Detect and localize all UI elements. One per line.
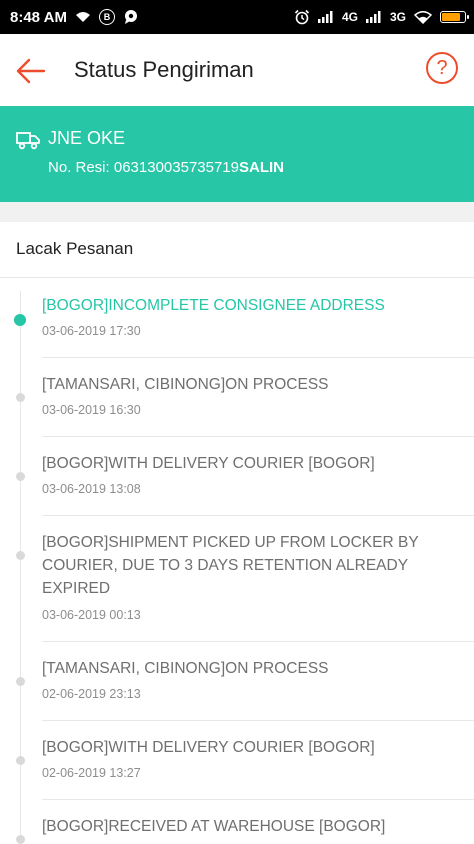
courier-card: JNE OKE No. Resi: 063130035735719SALIN (0, 106, 474, 202)
event-description: [BOGOR]WITH DELIVERY COURIER [BOGOR] (42, 455, 375, 472)
status-time: 8:48 AM (10, 8, 67, 26)
battery-level (442, 13, 460, 21)
timeline-dot (16, 756, 25, 765)
tracking-event: [BOGOR]INCOMPLETE CONSIGNEE ADDRESS 03-0… (0, 279, 474, 358)
alarm-icon (294, 9, 310, 25)
tracking-timeline: [BOGOR]INCOMPLETE CONSIGNEE ADDRESS 03-0… (0, 279, 474, 844)
status-bar: 8:48 AM B 4G 3G (0, 0, 474, 34)
app-bar: Status Pengiriman ? (0, 34, 474, 106)
b-badge-icon: B (98, 9, 115, 25)
tracking-event: [TAMANSARI, CIBINONG]ON PROCESS 02-06-20… (0, 642, 474, 721)
timeline-dot (16, 393, 25, 402)
event-description: [TAMANSARI, CIBINONG]ON PROCESS (42, 376, 329, 393)
courier-name: JNE OKE (48, 128, 126, 148)
event-description: [BOGOR]RECEIVED AT WAREHOUSE [BOGOR] (42, 818, 386, 835)
tracking-event: [BOGOR]SHIPMENT PICKED UP FROM LOCKER BY… (0, 516, 474, 642)
event-description: [BOGOR]SHIPMENT PICKED UP FROM LOCKER BY… (42, 534, 419, 597)
network-type-2: 3G (389, 10, 406, 24)
tracking-event: [TAMANSARI, CIBINONG]ON PROCESS 03-06-20… (0, 358, 474, 437)
tracking-number-row: No. Resi: 063130035735719SALIN (48, 159, 284, 176)
event-description: [TAMANSARI, CIBINONG]ON PROCESS (42, 660, 329, 677)
chat-icon (123, 10, 139, 24)
arrow-left-icon (16, 58, 46, 84)
event-description: [BOGOR]WITH DELIVERY COURIER [BOGOR] (42, 739, 375, 756)
timeline-dot (16, 472, 25, 481)
tracking-title: Lacak Pesanan (16, 239, 134, 258)
wifi-icon (414, 10, 432, 24)
event-description: [BOGOR]INCOMPLETE CONSIGNEE ADDRESS (42, 297, 385, 314)
tracking-header: Lacak Pesanan (0, 222, 474, 278)
tracking-event: [BOGOR]WITH DELIVERY COURIER [BOGOR] 02-… (0, 721, 474, 800)
timeline-dot (14, 314, 26, 326)
event-time: 03-06-2019 17:30 (42, 324, 141, 338)
wifi-icon (75, 11, 91, 23)
network-type-1: 4G (341, 10, 358, 24)
tracking-number: 063130035735719 (113, 159, 239, 176)
section-divider (0, 202, 474, 222)
event-time: 03-06-2019 13:08 (42, 482, 141, 496)
page-title: Status Pengiriman (74, 57, 254, 82)
tracking-number-label: No. Resi: (48, 159, 114, 176)
tracking-event: [BOGOR]WITH DELIVERY COURIER [BOGOR] 03-… (0, 437, 474, 516)
back-button[interactable] (14, 54, 48, 88)
question-icon: ? (436, 56, 448, 79)
event-time: 03-06-2019 00:13 (42, 608, 141, 622)
tracking-event: [BOGOR]RECEIVED AT WAREHOUSE [BOGOR] (0, 800, 474, 844)
truck-icon (16, 132, 40, 150)
timeline-dot (16, 551, 25, 560)
event-time: 02-06-2019 13:27 (42, 766, 141, 780)
status-bar-left: 8:48 AM B (10, 9, 139, 26)
status-bar-right: 4G 3G (294, 9, 469, 25)
signal-icon (317, 11, 334, 23)
event-time: 03-06-2019 16:30 (42, 403, 141, 417)
timeline-dot (16, 835, 25, 844)
battery-icon (440, 11, 469, 23)
signal-icon (365, 11, 382, 23)
help-button[interactable]: ? (426, 52, 458, 84)
timeline-dot (16, 677, 25, 686)
event-time: 02-06-2019 23:13 (42, 687, 141, 701)
copy-button[interactable]: SALIN (239, 159, 284, 176)
